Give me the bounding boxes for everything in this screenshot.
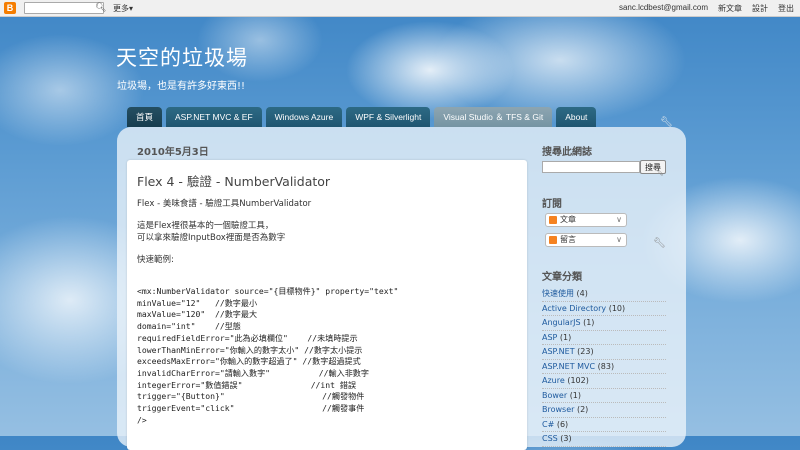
blogger-navbar: B 🔍︎ 更多▾ sanc.lcdbest@gmail.com 新文章 設計 登… — [0, 0, 800, 17]
label-count: (4) — [576, 289, 588, 298]
navbar-search-input[interactable] — [24, 2, 104, 14]
tab-home[interactable]: 首頁 — [127, 107, 163, 127]
label-link[interactable]: Bower — [542, 391, 567, 400]
search-heading: 搜尋此網誌 — [542, 147, 592, 158]
list-item: ASP.NET MVC (83) — [542, 360, 666, 374]
label-count: (2) — [576, 405, 589, 414]
list-item: Azure (102) — [542, 374, 666, 389]
navbar-user-links: sanc.lcdbest@gmail.com 新文章 設計 登出 — [619, 3, 794, 14]
label-link[interactable]: Azure — [542, 376, 565, 385]
list-item: AngularJS (1) — [542, 316, 666, 331]
label-link[interactable]: Active Directory — [542, 304, 606, 313]
label-link[interactable]: 快速使用 — [542, 289, 574, 298]
design-link[interactable]: 設計 — [752, 3, 768, 14]
list-item: Browser (2) — [542, 403, 666, 418]
tab-visual-studio[interactable]: Visual Studio ＆ TFS & Git — [434, 107, 553, 127]
label-link[interactable]: Browser — [542, 405, 574, 414]
tab-about[interactable]: About — [556, 107, 597, 127]
subscribe-label: 文章 — [560, 215, 576, 224]
list-item: Active Directory (10) — [542, 302, 666, 316]
post-date: 2010年5月3日 — [137, 147, 209, 158]
list-item: C# (6) — [542, 418, 666, 432]
label-count: (1) — [583, 318, 595, 327]
label-count: (102) — [567, 376, 589, 385]
label-link[interactable]: ASP.NET MVC — [542, 362, 595, 371]
edit-wrench-icon[interactable]: 🔧︎ — [653, 167, 664, 177]
more-menu[interactable]: 更多▾ — [113, 3, 133, 14]
list-item: ASP (1) — [542, 331, 666, 345]
label-count: (10) — [608, 303, 626, 313]
rss-icon — [549, 236, 557, 244]
label-link[interactable]: ASP — [542, 333, 557, 342]
post-text-line: 這是Flex裡很基本的一個驗證工具， — [137, 221, 274, 231]
chevron-down-icon: ∨ — [616, 215, 622, 224]
tab-wpf-silverlight[interactable]: WPF & Silverlight — [346, 107, 431, 127]
post-text-line: 可以拿來驗證InputBox裡面是否為數字 — [137, 233, 286, 243]
post-card: Flex 4 - 驗證 - NumberValidator Flex - 美味食… — [127, 160, 527, 450]
label-link[interactable]: AngularJS — [542, 318, 581, 327]
user-email: sanc.lcdbest@gmail.com — [618, 3, 708, 12]
labels-heading: 文章分類 — [542, 272, 582, 283]
labels-list: 快速使用 (4) Active Directory (10) AngularJS… — [542, 287, 666, 447]
list-item: ASP.NET (23) — [542, 345, 666, 360]
label-count: (1) — [569, 390, 582, 400]
blog-title[interactable]: 天空的垃圾場 — [116, 42, 248, 72]
blogger-logo-icon[interactable]: B — [4, 2, 16, 14]
list-item: Bower (1) — [542, 389, 666, 403]
post-title[interactable]: Flex 4 - 驗證 - NumberValidator — [137, 171, 330, 190]
label-count: (3) — [560, 434, 572, 443]
post-body: Flex - 美味食譜 - 驗證工具NumberValidator 這是Flex… — [137, 198, 517, 426]
chevron-down-icon: ∨ — [616, 235, 622, 244]
subscribe-heading: 訂閱 — [542, 199, 562, 210]
sign-out-link[interactable]: 登出 — [778, 3, 794, 14]
subscribe-comments-dropdown[interactable]: 留言 ∨ — [545, 233, 627, 247]
subscribe-label: 留言 — [560, 235, 576, 244]
search-icon[interactable]: 🔍︎ — [95, 3, 106, 13]
new-post-link[interactable]: 新文章 — [718, 3, 742, 14]
list-item: 快速使用 (4) — [542, 287, 666, 302]
list-item: CSS (3) — [542, 432, 666, 447]
post-text-line: 快速範例: — [137, 255, 174, 265]
edit-wrench-icon[interactable]: 🔧︎ — [653, 238, 666, 249]
tab-windows-azure[interactable]: Windows Azure — [265, 107, 343, 127]
rss-icon — [549, 216, 557, 224]
tab-aspnet-mvc[interactable]: ASP.NET MVC & EF — [166, 107, 262, 127]
blog-search-input[interactable] — [542, 161, 640, 173]
label-link[interactable]: CSS — [542, 434, 558, 443]
label-count: (83) — [597, 361, 615, 371]
subscribe-posts-dropdown[interactable]: 文章 ∨ — [545, 213, 627, 227]
label-link[interactable]: C# — [542, 420, 554, 429]
page-tabs: 首頁 ASP.NET MVC & EF Windows Azure WPF & … — [127, 107, 597, 127]
label-link[interactable]: ASP.NET — [542, 347, 575, 356]
post-intro-line: Flex - 美味食譜 - 驗證工具NumberValidator — [137, 199, 312, 209]
code-sample: <mx:NumberValidator source="{目標物件}" prop… — [137, 286, 399, 425]
blog-description: 垃圾場，也是有許多好東西!! — [117, 81, 246, 92]
label-count: (1) — [559, 332, 572, 342]
label-count: (6) — [556, 419, 569, 429]
label-count: (23) — [577, 347, 594, 356]
